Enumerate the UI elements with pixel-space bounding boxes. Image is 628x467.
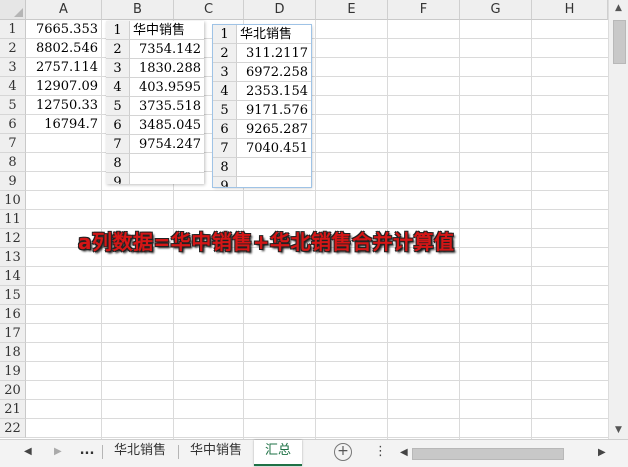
- row-header[interactable]: 15: [0, 286, 26, 305]
- north-value[interactable]: [237, 177, 311, 187]
- central-value[interactable]: [130, 173, 204, 184]
- tab-central-sales[interactable]: 华中销售: [180, 440, 252, 464]
- north-value[interactable]: 9265.287: [237, 120, 311, 139]
- row-header[interactable]: 18: [0, 343, 26, 362]
- row-header[interactable]: 7: [0, 134, 26, 153]
- central-value[interactable]: 403.9595: [130, 78, 204, 97]
- tab-north-sales[interactable]: 华北销售: [104, 440, 176, 464]
- central-value[interactable]: 1830.288: [130, 59, 204, 78]
- row-header[interactable]: 3: [0, 58, 26, 77]
- north-header[interactable]: 华北销售: [237, 25, 311, 44]
- horizontal-scroll-thumb[interactable]: [412, 448, 564, 460]
- row-header[interactable]: 1: [0, 20, 26, 39]
- embedded-table-central-sales[interactable]: 1 华中销售 2 7354.142 3 1830.288 4 403.9595 5 373…: [106, 21, 204, 184]
- row-header[interactable]: 2: [0, 39, 26, 58]
- north-value[interactable]: 6972.258: [237, 63, 311, 82]
- scroll-right-icon[interactable]: ▶: [598, 447, 606, 458]
- row-header[interactable]: 17: [0, 324, 26, 343]
- cell-a5[interactable]: 12750.33: [26, 96, 100, 115]
- row-header[interactable]: 11: [0, 210, 26, 229]
- row-header[interactable]: 9: [0, 172, 26, 191]
- scroll-down-icon[interactable]: ▼: [609, 422, 628, 439]
- north-value[interactable]: 9171.576: [237, 101, 311, 120]
- vertical-scrollbar[interactable]: ▲ ▼: [608, 0, 628, 439]
- col-header-a[interactable]: A: [26, 0, 102, 20]
- cell-a6[interactable]: 16794.7: [26, 115, 100, 134]
- central-value[interactable]: [130, 154, 204, 173]
- col-header-d[interactable]: D: [244, 0, 316, 20]
- central-value[interactable]: 3485.045: [130, 116, 204, 135]
- horizontal-scrollbar[interactable]: ◀ ▶: [400, 446, 610, 460]
- col-header-c[interactable]: C: [174, 0, 244, 20]
- row-header[interactable]: 8: [0, 153, 26, 172]
- add-sheet-icon[interactable]: +: [334, 443, 352, 461]
- row-header[interactable]: 21: [0, 400, 26, 419]
- north-value[interactable]: 2353.154: [237, 82, 311, 101]
- spreadsheet-grid[interactable]: A B C D E F G H 1 2 3 4 5 6 7 8 9 10 11 …: [0, 0, 608, 439]
- col-header-f[interactable]: F: [388, 0, 460, 20]
- tab-summary[interactable]: 汇总: [254, 440, 302, 466]
- cell-a1[interactable]: 7665.353: [26, 20, 100, 39]
- north-value[interactable]: [237, 158, 311, 177]
- scroll-left-icon[interactable]: ◀: [400, 447, 408, 458]
- tab-prev-icon[interactable]: ◀: [24, 446, 32, 457]
- row-header[interactable]: 13: [0, 248, 26, 267]
- annotation-text: a列数据=华中销售+华北销售合并计算值: [78, 230, 455, 254]
- row-header[interactable]: 22: [0, 419, 26, 438]
- cell-a4[interactable]: 12907.09: [26, 77, 100, 96]
- cell-a2[interactable]: 8802.546: [26, 39, 100, 58]
- north-value[interactable]: 311.2117: [237, 44, 311, 63]
- scroll-up-icon[interactable]: ▲: [609, 0, 628, 17]
- tab-next-icon[interactable]: ▶: [54, 446, 62, 457]
- row-header[interactable]: 6: [0, 115, 26, 134]
- row-header[interactable]: 12: [0, 229, 26, 248]
- col-header-g[interactable]: G: [460, 0, 532, 20]
- row-header[interactable]: 5: [0, 96, 26, 115]
- row-header[interactable]: 19: [0, 362, 26, 381]
- col-header-b[interactable]: B: [102, 0, 174, 20]
- col-header-h[interactable]: H: [532, 0, 608, 20]
- central-value[interactable]: 7354.142: [130, 40, 204, 59]
- row-header[interactable]: 14: [0, 267, 26, 286]
- embedded-table-north-sales[interactable]: 1 华北销售 2 311.2117 3 6972.258 4 2353.154 5 917…: [212, 24, 312, 188]
- tab-ellipsis[interactable]: ...: [76, 440, 98, 464]
- col-header-e[interactable]: E: [316, 0, 388, 20]
- select-all-corner[interactable]: [0, 0, 26, 20]
- central-value[interactable]: 9754.247: [130, 135, 204, 154]
- row-header[interactable]: 16: [0, 305, 26, 324]
- vertical-scroll-thumb[interactable]: [613, 20, 626, 64]
- tab-options-icon[interactable]: ⋮: [374, 444, 387, 459]
- sheet-tab-bar: ◀ ▶ ... 华北销售 华中销售 汇总 + ⋮ ◀ ▶: [0, 439, 628, 467]
- row-header[interactable]: 4: [0, 77, 26, 96]
- central-header[interactable]: 华中销售: [130, 21, 204, 40]
- cell-a3[interactable]: 2757.114: [26, 58, 100, 77]
- central-value[interactable]: 3735.518: [130, 97, 204, 116]
- row-header[interactable]: 20: [0, 381, 26, 400]
- row-header[interactable]: 10: [0, 191, 26, 210]
- north-value[interactable]: 7040.451: [237, 139, 311, 158]
